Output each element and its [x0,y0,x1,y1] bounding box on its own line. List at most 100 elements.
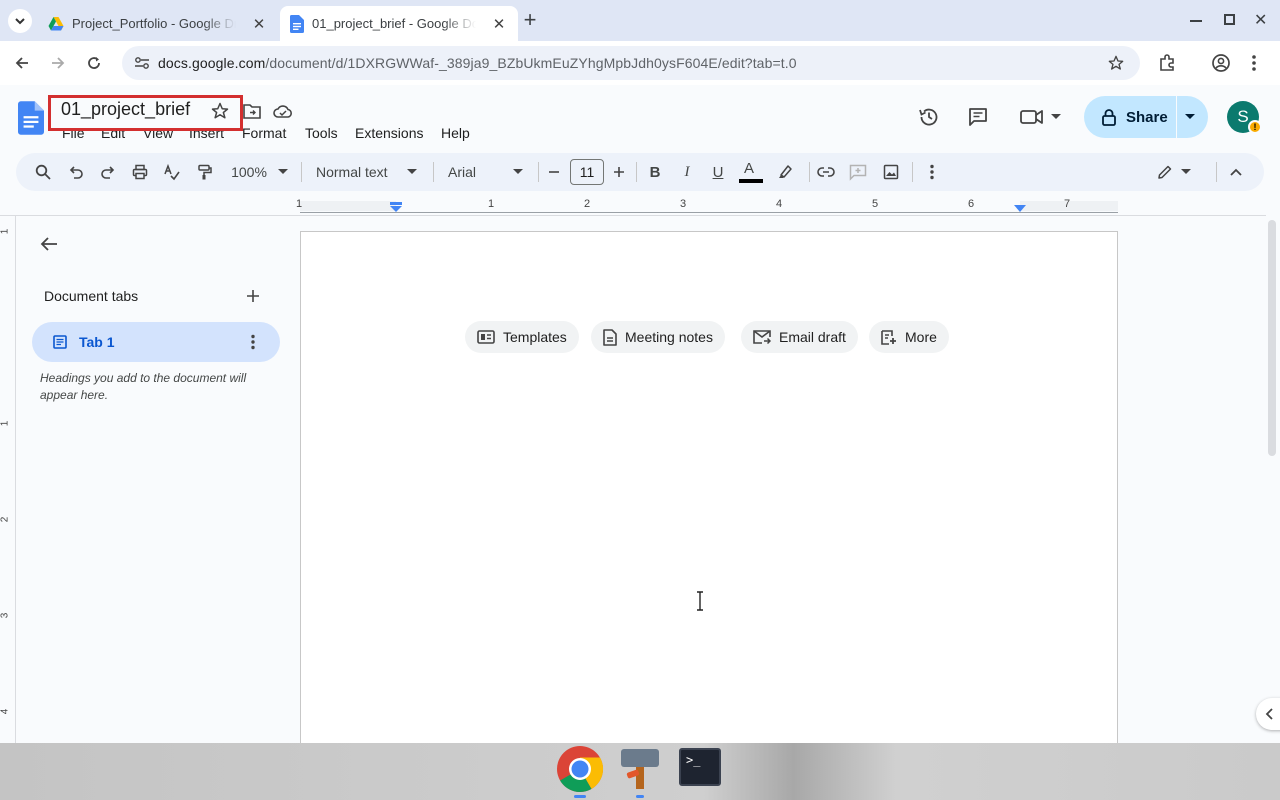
menu-extensions[interactable]: Extensions [355,125,423,141]
print-icon[interactable] [132,161,148,183]
email-draft-chip[interactable]: Email draft [741,321,858,353]
close-tab-icon[interactable]: ✕ [250,15,268,33]
menu-view[interactable]: View [143,125,173,141]
style-dropdown-icon[interactable] [407,169,417,175]
ruler-label: 6 [968,198,975,210]
horizontal-ruler[interactable]: 1 1 2 3 4 5 6 7 [0,197,1266,216]
address-bar[interactable]: docs.google.com/document/d/1DXRGWWaf-_38… [122,46,1140,80]
add-comment-icon[interactable] [849,161,867,183]
document-page[interactable]: Templates Meeting notes Email draft More [300,231,1118,751]
menu-file[interactable]: File [62,125,85,141]
redo-icon[interactable] [100,161,116,183]
terminal-app-icon[interactable]: >_ [679,748,721,786]
browser-tab-docs[interactable]: 01_project_brief - Google Docs ✕ [280,6,518,41]
zoom-dropdown-icon[interactable] [278,169,288,175]
back-arrow-icon[interactable] [40,236,58,252]
side-panel-toggle[interactable] [1256,698,1280,730]
font-size-field[interactable]: 11 [570,159,604,185]
bold-icon[interactable]: B [648,161,662,183]
highlight-color-icon[interactable] [777,161,793,183]
restore-icon[interactable] [1224,14,1235,25]
menu-tools[interactable]: Tools [305,125,338,141]
close-tab-icon[interactable]: ✕ [490,15,508,33]
increase-font-size-icon[interactable] [613,161,625,183]
share-button[interactable]: Share [1084,96,1208,138]
star-icon[interactable] [211,102,229,120]
docs-home-icon[interactable] [18,101,44,135]
browser-menu-icon[interactable] [1252,54,1256,72]
text-color-icon[interactable]: A [739,160,763,184]
search-menus-icon[interactable] [35,161,51,183]
reload-icon[interactable] [86,55,102,71]
version-history-icon[interactable] [918,106,940,128]
decrease-font-size-icon[interactable] [548,161,560,183]
indent-marker-right-icon[interactable] [1014,205,1026,212]
zoom-value[interactable]: 100% [229,161,269,183]
insert-link-icon[interactable] [817,161,835,183]
undo-icon[interactable] [68,161,84,183]
editing-mode-icon[interactable] [1157,161,1173,183]
meeting-notes-chip[interactable]: Meeting notes [591,321,725,353]
share-dropdown-icon[interactable] [1185,114,1195,120]
url-text: docs.google.com/document/d/1DXRGWWaf-_38… [158,55,797,71]
ruler-label: 1 [0,228,11,235]
more-options-icon[interactable] [930,161,934,183]
chevron-left-icon [1265,708,1273,720]
email-icon [753,330,771,345]
font-dropdown-icon[interactable] [513,169,523,175]
italic-icon[interactable]: I [680,161,694,183]
paragraph-style-select[interactable]: Normal text [316,161,401,183]
menu-edit[interactable]: Edit [101,125,125,141]
menu-help[interactable]: Help [441,125,470,141]
underline-icon[interactable]: U [711,161,725,183]
close-window-icon[interactable]: ✕ [1254,10,1267,30]
vertical-ruler[interactable]: 1 1 2 3 4 [0,216,16,743]
extensions-icon[interactable] [1158,54,1176,72]
document-outline-sidebar: Document tabs Tab 1 Headings you add to … [16,216,296,743]
editing-mode-dropdown-icon[interactable] [1181,169,1191,175]
vertical-scrollbar-thumb[interactable] [1268,220,1276,456]
browser-tab-strip: Project_Portfolio - Google Drive ✕ 01_pr… [0,0,1280,41]
back-arrow-icon[interactable] [14,55,30,71]
menu-format[interactable]: Format [242,125,286,141]
sidebar-tab-item[interactable]: Tab 1 [32,322,280,362]
font-family-select[interactable]: Arial [448,161,508,183]
ruler-label: 4 [776,198,783,210]
cloud-saved-icon [273,105,292,118]
meet-video-icon[interactable] [1020,109,1044,125]
ruler-margin-left [300,201,396,211]
indent-marker-left-icon[interactable] [390,202,402,212]
toolbar-separator [301,162,302,182]
desktop-taskbar: >_ [0,743,1280,800]
add-tab-icon[interactable] [247,290,259,302]
file-manager-app-icon[interactable] [621,749,659,789]
document-title[interactable]: 01_project_brief [61,99,190,120]
browser-tab-drive[interactable]: Project_Portfolio - Google Drive ✕ [38,6,278,41]
menu-insert[interactable]: Insert [189,125,224,141]
comments-icon[interactable] [968,107,988,127]
forward-arrow-icon[interactable] [50,55,66,71]
tab-options-icon[interactable] [251,334,255,350]
meet-dropdown-icon[interactable] [1051,114,1061,120]
avatar-letter: S [1237,107,1249,126]
move-folder-icon[interactable] [243,103,261,119]
toolbar-separator [809,162,810,182]
minimize-icon[interactable] [1190,20,1202,22]
templates-chip[interactable]: Templates [465,321,579,353]
insert-image-icon[interactable] [883,161,899,183]
ruler-label: 7 [1064,198,1071,210]
paint-format-icon[interactable] [196,161,212,183]
url-path: /document/d/1DXRGWWaf-_389ja9_BZbUkmEuZY… [265,55,797,71]
bookmark-star-icon[interactable] [1108,55,1124,71]
more-chip[interactable]: More [869,321,949,353]
spellcheck-icon[interactable] [164,161,180,183]
site-info-icon[interactable] [134,56,150,70]
hide-menus-chevron-up-icon[interactable] [1229,161,1243,183]
tab-search-button[interactable] [8,9,32,33]
chrome-app-icon[interactable] [556,745,604,793]
tab-title: Project_Portfolio - Google Drive [72,16,236,31]
new-tab-button[interactable]: + [520,9,540,31]
app-icon-board [621,749,659,767]
profile-icon[interactable] [1211,53,1231,73]
text-color-letter: A [744,160,755,177]
